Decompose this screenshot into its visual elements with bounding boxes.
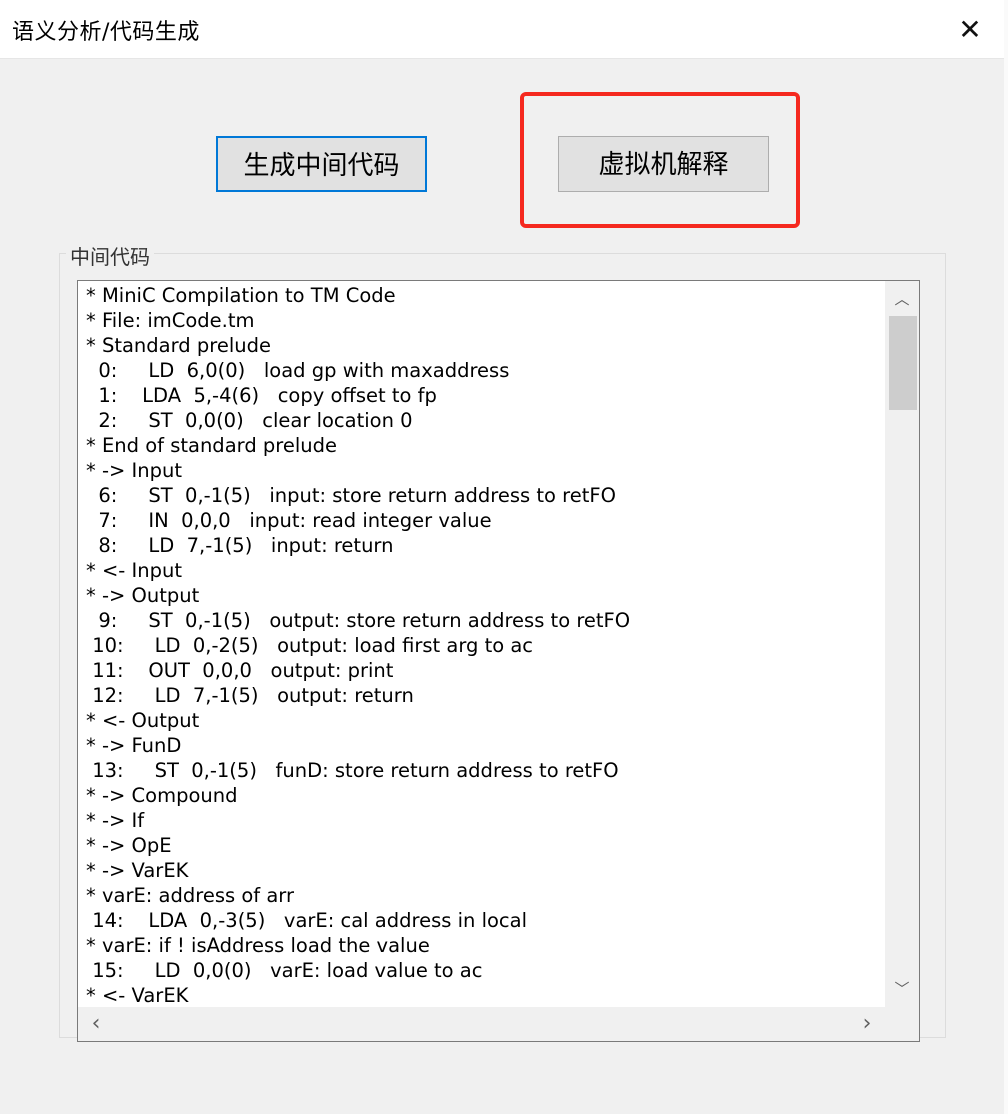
code-line: * -> OpE <box>86 834 172 857</box>
code-lines: * MiniC Compilation to TM Code * File: im… <box>86 283 883 1008</box>
vertical-scrollbar[interactable]: ︿ ﹀ <box>885 281 919 1007</box>
code-line: * <- Output <box>86 709 200 732</box>
code-line: * -> Input <box>86 459 183 482</box>
code-line: 9: ST 0,-1(5) output: store return addre… <box>86 609 631 632</box>
horizontal-scrollbar[interactable]: ‹ › <box>78 1007 885 1041</box>
code-line: * -> VarEK <box>86 859 189 882</box>
code-line: 1: LDA 5,-4(6) copy offset to fp <box>86 384 437 407</box>
code-line: 15: LD 0,0(0) varE: load value to ac <box>86 959 483 982</box>
generate-intermediate-code-button[interactable]: 生成中间代码 <box>216 136 427 192</box>
window-edge <box>1004 0 1008 1114</box>
code-line: * <- VarEK <box>86 984 189 1007</box>
code-line: 10: LD 0,-2(5) output: load first arg to… <box>86 634 534 657</box>
code-line: * -> FunD <box>86 734 182 757</box>
scroll-right-icon[interactable]: › <box>853 1010 881 1038</box>
code-line: * -> Output <box>86 584 200 607</box>
code-line: 14: LDA 0,-3(5) varE: cal address in loc… <box>86 909 528 932</box>
dialog-window: { "window": { "title": "语义分析/代码生成", "clo… <box>0 0 1008 1114</box>
scroll-left-icon[interactable]: ‹ <box>82 1010 110 1038</box>
intermediate-code-textarea[interactable]: * MiniC Compilation to TM Code * File: im… <box>77 280 920 1042</box>
code-line: 13: ST 0,-1(5) funD: store return addres… <box>86 759 619 782</box>
code-line: * -> If <box>86 809 145 832</box>
scroll-up-icon[interactable]: ︿ <box>888 285 916 313</box>
title-bar: 语义分析/代码生成 ✕ <box>0 0 1008 59</box>
code-line: * -> Compound <box>86 784 238 807</box>
code-line: * End of standard prelude <box>86 434 338 457</box>
code-line: * varE: if ! isAddress load the value <box>86 934 430 957</box>
groupbox-label: 中间代码 <box>66 241 154 270</box>
scrollbar-corner <box>885 1007 919 1041</box>
highlight-annotation-box <box>520 92 800 228</box>
code-line: * MiniC Compilation to TM Code <box>86 284 396 307</box>
code-line: 12: LD 7,-1(5) output: return <box>86 684 414 707</box>
code-line: 11: OUT 0,0,0 output: print <box>86 659 394 682</box>
code-line: 2: ST 0,0(0) clear location 0 <box>86 409 413 432</box>
scroll-down-icon[interactable]: ﹀ <box>888 975 916 1003</box>
code-line: * <- Input <box>86 559 183 582</box>
vertical-scroll-thumb[interactable] <box>889 316 917 410</box>
code-line: * File: imCode.tm <box>86 309 255 332</box>
code-line: * Standard prelude <box>86 334 271 357</box>
code-line: 6: ST 0,-1(5) input: store return addres… <box>86 484 616 507</box>
code-line: 7: IN 0,0,0 input: read integer value <box>86 509 492 532</box>
code-line: * varE: address of arr <box>86 884 294 907</box>
close-icon[interactable]: ✕ <box>950 10 990 50</box>
code-line: 8: LD 7,-1(5) input: return <box>86 534 394 557</box>
code-line: 0: LD 6,0(0) load gp with maxaddress <box>86 359 510 382</box>
window-title: 语义分析/代码生成 <box>12 20 200 45</box>
